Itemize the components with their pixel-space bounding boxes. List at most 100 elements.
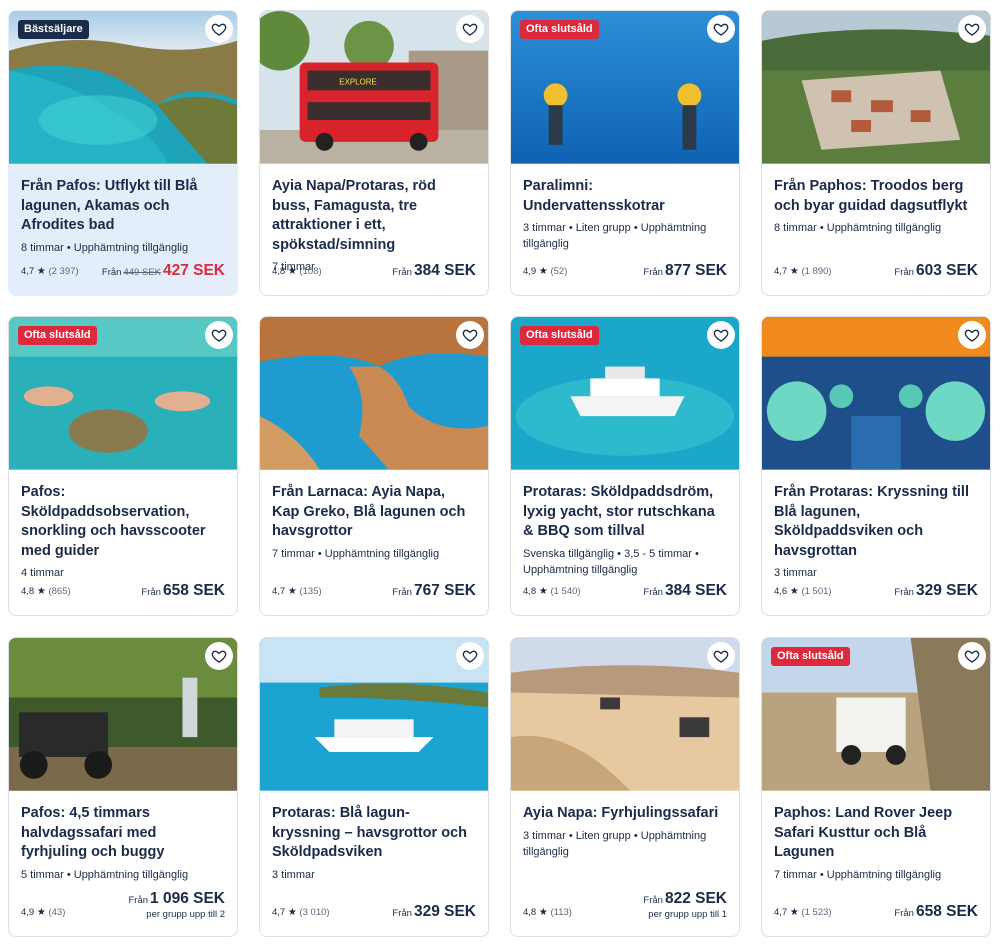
wishlist-heart-icon[interactable] xyxy=(205,321,233,349)
activity-meta: 4 timmar xyxy=(21,567,64,579)
activity-meta: 8 timmar • Upphämtning tillgänglig xyxy=(774,222,942,234)
star-icon: ★ xyxy=(287,586,297,597)
activity-price: Från 329 SEK xyxy=(392,903,476,920)
svg-text:EXPLORE: EXPLORE xyxy=(339,77,376,86)
activity-rating: 4,8 ★ (108) xyxy=(272,266,322,277)
activity-title[interactable]: Från Protaras: Kryssning till Blå lagune… xyxy=(774,483,978,561)
wishlist-heart-icon[interactable] xyxy=(456,15,484,43)
often-sold-out-badge: Ofta slutsåld xyxy=(771,647,850,666)
star-icon: ★ xyxy=(538,266,548,277)
activity-price: Från 822 SEK per grupp upp till 1 xyxy=(643,890,727,920)
activity-meta: 3 timmar xyxy=(272,868,315,881)
activity-rating: 4,7 ★ (1 890) xyxy=(774,266,832,277)
activity-title[interactable]: Från Larnaca: Ayia Napa, Kap Greko, Blå … xyxy=(272,483,476,542)
activity-card[interactable]: Protaras: Blå lagun-kryssning – havsgrot… xyxy=(259,637,489,937)
activity-card[interactable]: Bästsäljare Från Pafos: Utflykt till Blå… xyxy=(8,10,238,296)
activity-image: Ofta slutsåld xyxy=(511,317,739,471)
activity-rating: 4,8 ★ (113) xyxy=(523,907,572,918)
star-icon: ★ xyxy=(36,266,46,277)
activity-card[interactable]: Ofta slutsåld Protaras: Sköldpaddsdröm, … xyxy=(510,316,740,616)
star-icon: ★ xyxy=(789,586,799,597)
activity-image: Ofta slutsåld xyxy=(9,317,237,471)
activity-image: Ofta slutsåld xyxy=(762,638,990,792)
activity-title[interactable]: Pafos: Sköldpaddsobservation, snorkling … xyxy=(21,483,225,561)
wishlist-heart-icon[interactable] xyxy=(205,15,233,43)
activity-meta: 5 timmar • Upphämtning tillgänglig xyxy=(21,868,189,881)
activity-meta: 7 timmar • Upphämtning tillgänglig xyxy=(272,547,440,560)
wishlist-heart-icon[interactable] xyxy=(958,321,986,349)
activity-price: Från 603 SEK xyxy=(894,262,978,279)
activity-image xyxy=(511,638,739,792)
star-icon: ★ xyxy=(789,907,799,918)
wishlist-heart-icon[interactable] xyxy=(205,642,233,670)
activity-meta: 3 timmar • Liten grupp • Upphämtning til… xyxy=(523,222,707,250)
activity-rating: 4,7 ★ (2 397) xyxy=(21,266,79,277)
activity-card[interactable]: Från Larnaca: Ayia Napa, Kap Greko, Blå … xyxy=(259,316,489,616)
star-icon: ★ xyxy=(538,907,548,918)
activity-title[interactable]: Ayia Napa/Protaras, röd buss, Famagusta,… xyxy=(272,177,476,255)
activity-title[interactable]: Från Paphos: Troodos berg och byar guida… xyxy=(774,177,978,216)
activity-price: Från 1 096 SEK per grupp upp till 2 xyxy=(128,890,225,920)
star-icon: ★ xyxy=(287,266,297,277)
activity-image xyxy=(260,317,488,471)
activity-image xyxy=(762,11,990,165)
activity-price: Från 449 SEK 427 SEK xyxy=(101,262,225,279)
activity-card[interactable]: Ofta slutsåld Pafos: Sköldpaddsobservati… xyxy=(8,316,238,616)
activity-meta: 3 timmar xyxy=(774,567,817,579)
activity-image: EXPLORE xyxy=(260,11,488,165)
activity-rating: 4,9 ★ (52) xyxy=(523,266,568,277)
activity-rating: 4,7 ★ (3 010) xyxy=(272,907,330,918)
star-icon: ★ xyxy=(538,586,548,597)
activity-card[interactable]: Ofta slutsåld Paphos: Land Rover Jeep Sa… xyxy=(761,637,991,937)
activity-card[interactable]: Ofta slutsåld Paralimni: Undervattenssko… xyxy=(510,10,740,296)
star-icon: ★ xyxy=(287,907,297,918)
activity-price: Från 384 SEK xyxy=(392,262,476,279)
bestseller-badge: Bästsäljare xyxy=(18,20,89,39)
activity-price: Från 329 SEK xyxy=(894,582,978,599)
star-icon: ★ xyxy=(36,907,46,918)
activity-price: Från 767 SEK xyxy=(392,582,476,599)
activity-meta: 7 timmar • Upphämtning tillgänglig xyxy=(774,868,942,881)
star-icon: ★ xyxy=(789,266,799,277)
activity-rating: 4,9 ★ (43) xyxy=(21,907,66,918)
activity-card[interactable]: Från Protaras: Kryssning till Blå lagune… xyxy=(761,316,991,616)
wishlist-heart-icon[interactable] xyxy=(958,15,986,43)
activity-title[interactable]: Paralimni: Undervattensskotrar xyxy=(523,177,727,216)
activity-title[interactable]: Protaras: Sköldpaddsdröm, lyxig yacht, s… xyxy=(523,483,727,542)
activity-title[interactable]: Ayia Napa: Fyrhjulingssafari xyxy=(523,804,727,824)
activity-title[interactable]: Pafos: 4,5 timmars halvdagssafari med fy… xyxy=(21,804,225,863)
activity-card[interactable]: EXPLORE Ayia Napa/Protaras, röd buss, Fa… xyxy=(259,10,489,296)
star-icon: ★ xyxy=(36,586,46,597)
sale-price: 427 SEK xyxy=(162,262,225,279)
activity-price: Från 384 SEK xyxy=(643,582,727,599)
activity-title[interactable]: Protaras: Blå lagun-kryssning – havsgrot… xyxy=(272,804,476,863)
activity-title[interactable]: Paphos: Land Rover Jeep Safari Kusttur o… xyxy=(774,804,978,863)
activity-rating: 4,7 ★ (1 523) xyxy=(774,907,832,918)
activity-card[interactable]: Ayia Napa: Fyrhjulingssafari 3 timmar • … xyxy=(510,637,740,937)
activity-image: Bästsäljare xyxy=(9,11,237,165)
activity-meta: 8 timmar • Upphämtning tillgänglig xyxy=(21,241,189,254)
activity-title[interactable]: Från Pafos: Utflykt till Blå lagunen, Ak… xyxy=(21,177,225,236)
wishlist-heart-icon[interactable] xyxy=(707,321,735,349)
wishlist-heart-icon[interactable] xyxy=(958,642,986,670)
activity-rating: 4,6 ★ (1 501) xyxy=(774,586,832,597)
wishlist-heart-icon[interactable] xyxy=(707,15,735,43)
activity-meta: Svenska tillgänglig • 3,5 - 5 timmar • U… xyxy=(523,547,699,576)
activity-rating: 4,7 ★ (135) xyxy=(272,586,322,597)
activity-meta: 3 timmar • Liten grupp • Upphämtning til… xyxy=(523,829,707,858)
activity-price: Från 877 SEK xyxy=(643,262,727,279)
original-price: 449 SEK xyxy=(123,267,161,278)
wishlist-heart-icon[interactable] xyxy=(707,642,735,670)
wishlist-heart-icon[interactable] xyxy=(456,642,484,670)
wishlist-heart-icon[interactable] xyxy=(456,321,484,349)
activity-card[interactable]: Pafos: 4,5 timmars halvdagssafari med fy… xyxy=(8,637,238,937)
often-sold-out-badge: Ofta slutsåld xyxy=(520,326,599,345)
activity-rating: 4,8 ★ (865) xyxy=(21,586,71,597)
often-sold-out-badge: Ofta slutsåld xyxy=(520,20,599,39)
activity-price: Från 658 SEK xyxy=(894,903,978,920)
activity-rating: 4,8 ★ (1 540) xyxy=(523,586,581,597)
often-sold-out-badge: Ofta slutsåld xyxy=(18,326,97,345)
activity-grid: Bästsäljare Från Pafos: Utflykt till Blå… xyxy=(0,0,1005,948)
price-unit: per grupp upp till 2 xyxy=(146,909,225,920)
activity-card[interactable]: Från Paphos: Troodos berg och byar guida… xyxy=(761,10,991,296)
